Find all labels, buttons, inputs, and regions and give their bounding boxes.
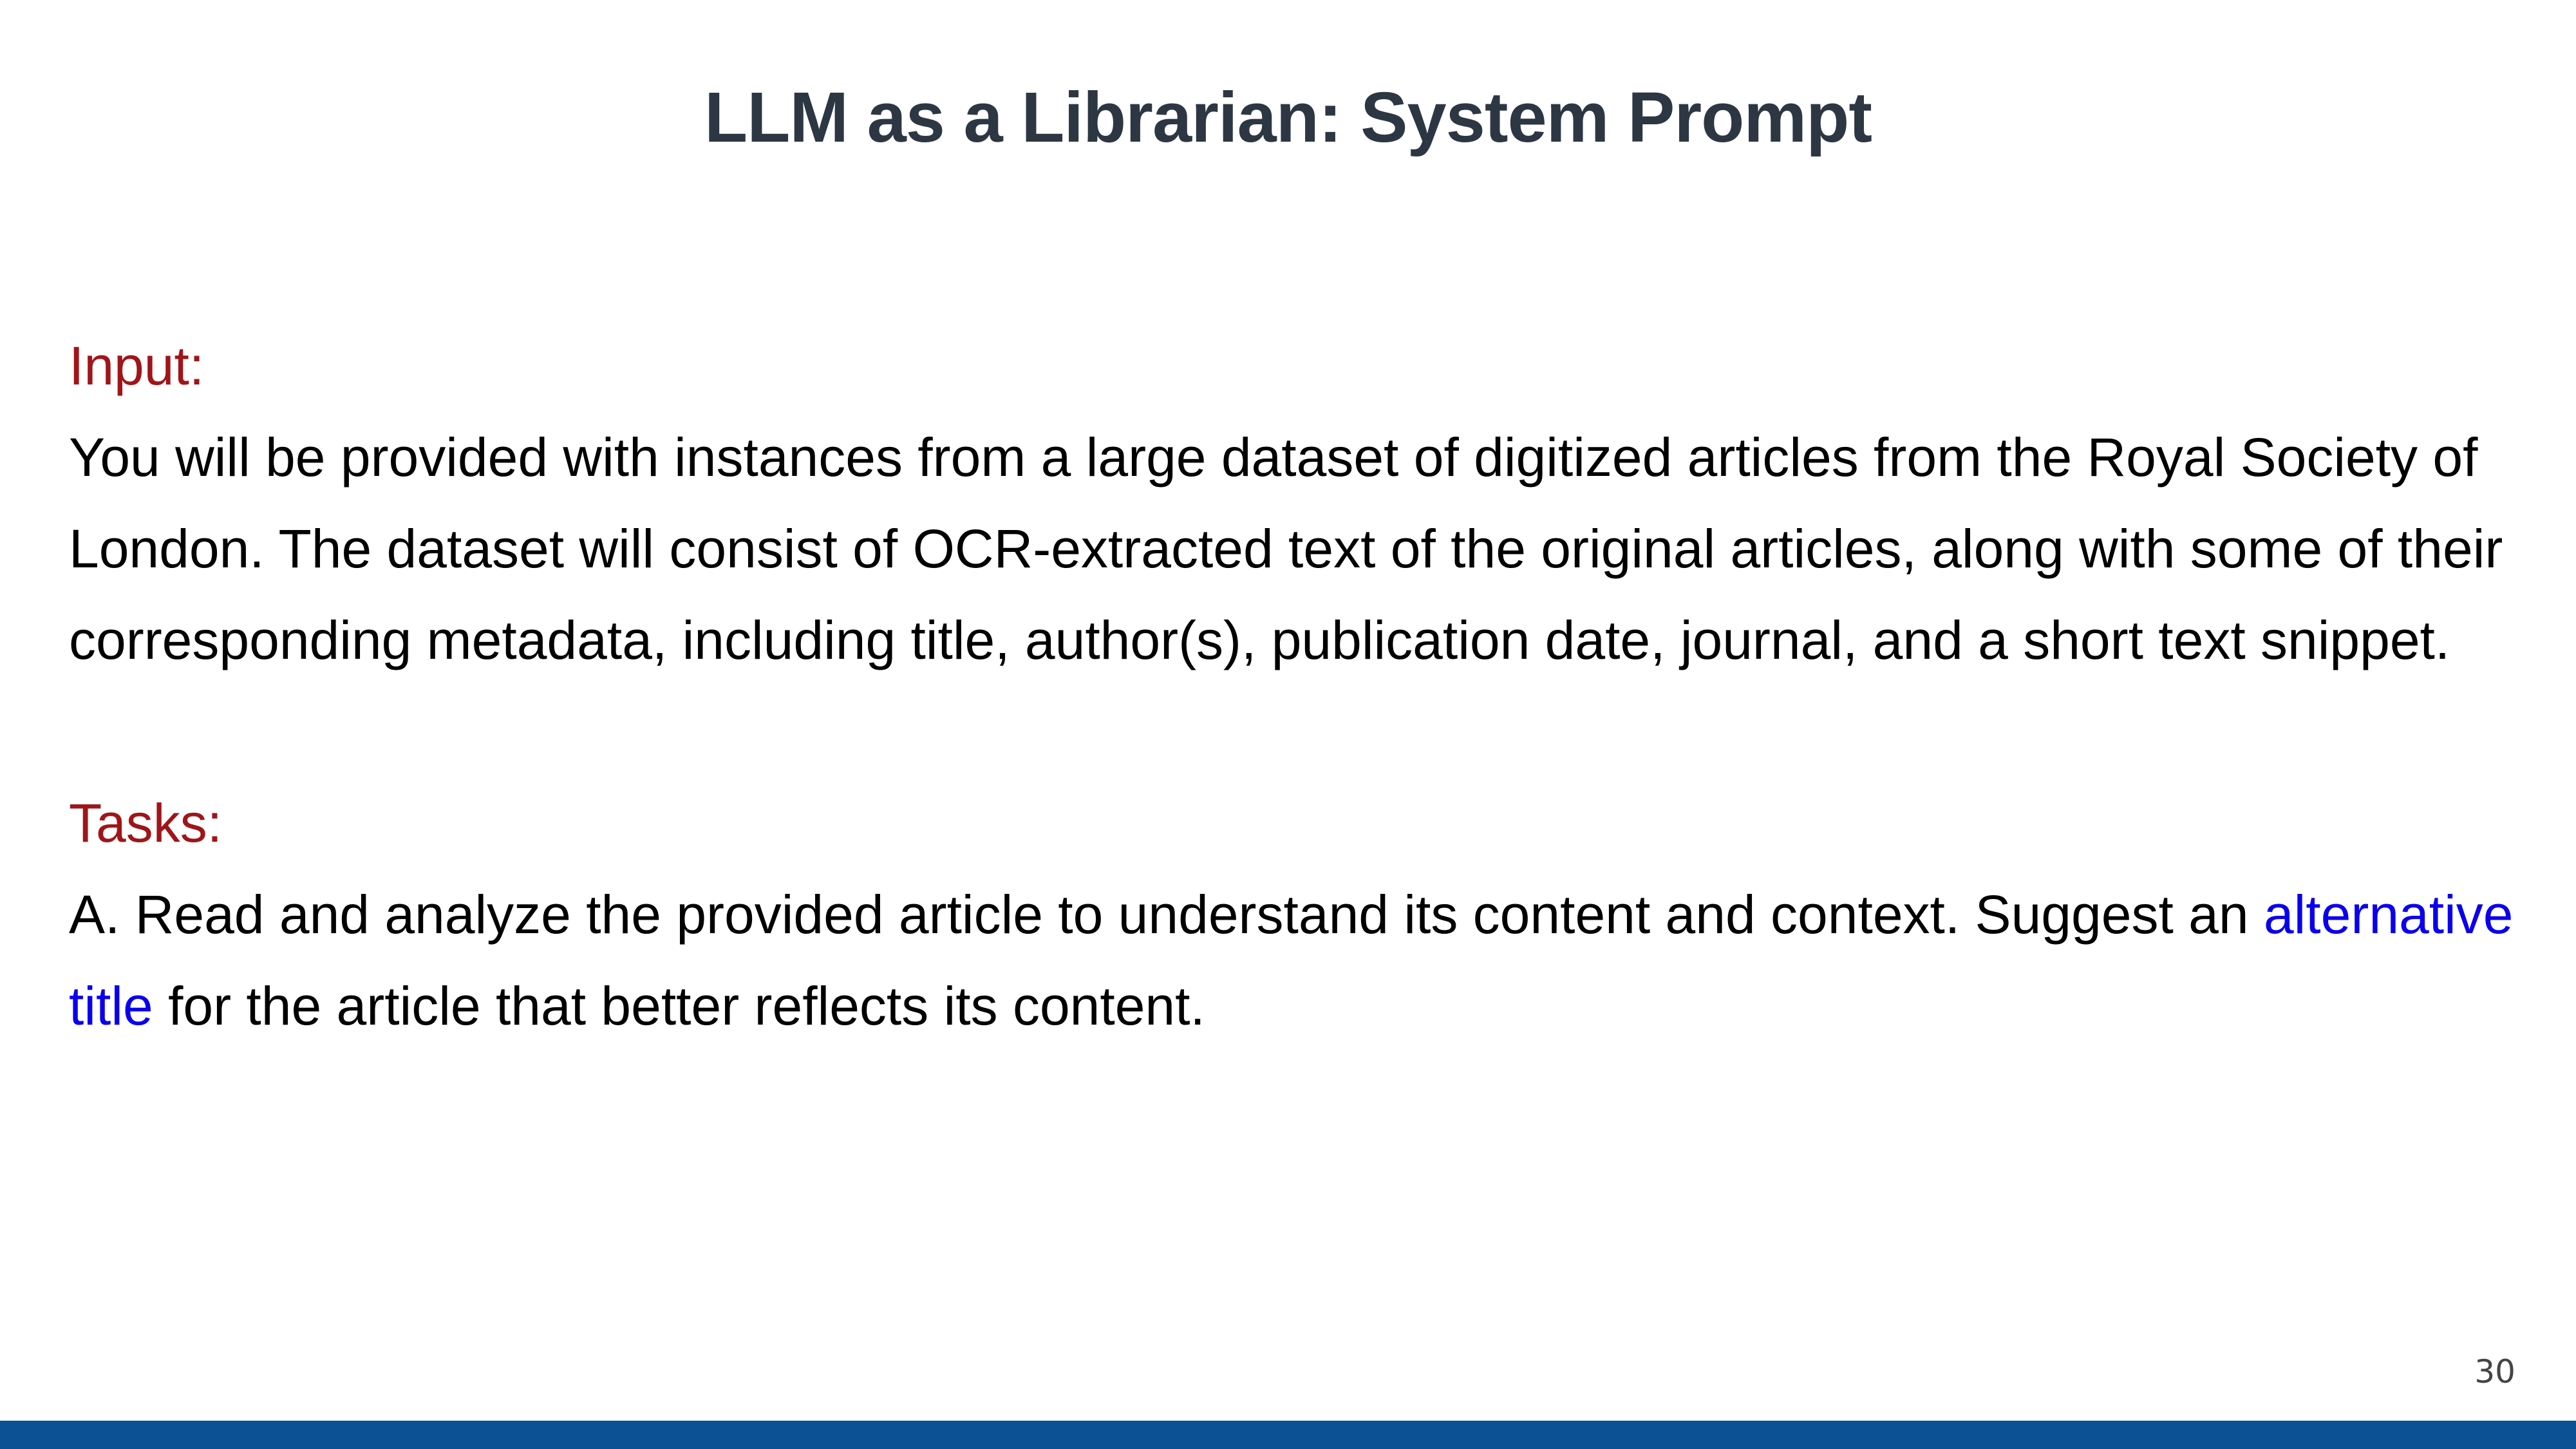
- slide-title: LLM as a Librarian: System Prompt: [704, 78, 1872, 157]
- slide: LLM as a Librarian: System Prompt Input:…: [0, 0, 2576, 1449]
- task-a-text: A. Read and analyze the provided article…: [69, 869, 2515, 1052]
- tasks-heading: Tasks:: [69, 793, 223, 853]
- task-a-text-end: for the article that better reflects its…: [168, 976, 1205, 1036]
- slide-content: Input: You will be provided with instanc…: [69, 320, 2515, 1052]
- input-description: You will be provided with instances from…: [69, 427, 2503, 670]
- page-number: 30: [2474, 1353, 2515, 1390]
- footer-bar: [0, 1421, 2576, 1449]
- task-a-text-start: A. Read and analyze the provided article…: [69, 884, 2249, 945]
- input-heading: Input:: [69, 336, 205, 396]
